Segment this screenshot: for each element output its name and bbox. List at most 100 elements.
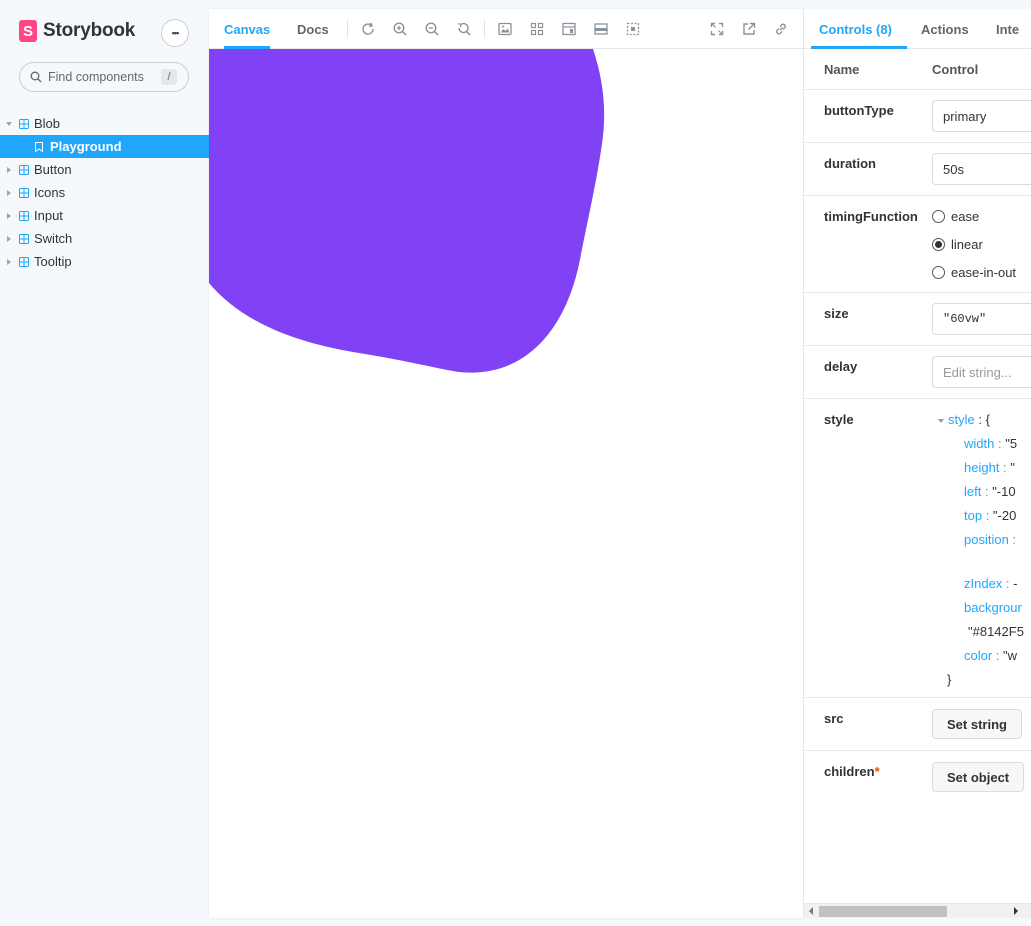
caret-right-icon bbox=[7, 258, 11, 265]
entry-key: zIndex bbox=[964, 576, 1003, 591]
bookmark-icon bbox=[35, 141, 43, 152]
object-editor-root[interactable]: style : { bbox=[938, 412, 990, 427]
tab-label: Docs bbox=[297, 21, 329, 37]
input-value: 50s bbox=[943, 161, 964, 177]
reload-icon[interactable] bbox=[360, 21, 376, 37]
object-entry-position[interactable]: position : bbox=[964, 532, 1016, 547]
story-canvas[interactable] bbox=[209, 49, 803, 918]
tree-item-input[interactable]: Input bbox=[0, 204, 209, 227]
radio-circle bbox=[932, 266, 945, 279]
scroll-right-icon[interactable] bbox=[1014, 907, 1018, 915]
collapse-caret-icon[interactable] bbox=[938, 418, 944, 423]
object-entry-zindex[interactable]: zIndex : - bbox=[964, 576, 1018, 591]
horizontal-scrollbar[interactable] bbox=[804, 903, 1031, 918]
control-row-timingfunction: timingFunction ease linear ease-in-out bbox=[804, 196, 1031, 293]
addons-tabs: Controls (8) Actions Inte bbox=[804, 9, 1031, 49]
entry-value: - bbox=[1013, 576, 1018, 591]
preview-toolbar: Canvas Docs bbox=[209, 9, 803, 49]
tree-item-tooltip[interactable]: Tooltip bbox=[0, 250, 209, 273]
entry-value: "w bbox=[1003, 648, 1018, 663]
tree-item-switch[interactable]: Switch bbox=[0, 227, 209, 250]
component-icon bbox=[19, 164, 29, 175]
object-entry-background[interactable]: backgrour bbox=[964, 600, 1022, 615]
radio-label: ease bbox=[951, 209, 980, 224]
required-marker: * bbox=[874, 764, 880, 779]
tab-label: Controls (8) bbox=[819, 21, 892, 37]
object-entry-width[interactable]: width : "5 bbox=[964, 436, 1017, 451]
blob-shape bbox=[209, 49, 605, 373]
storybook-logo-icon: S bbox=[19, 20, 37, 42]
zoom-out-icon[interactable] bbox=[424, 21, 440, 37]
fullscreen-icon[interactable] bbox=[709, 21, 725, 37]
open-new-tab-icon[interactable] bbox=[741, 21, 757, 37]
radio-ease-in-out[interactable]: ease-in-out bbox=[932, 265, 1016, 280]
entry-value: " bbox=[1010, 460, 1015, 475]
component-icon bbox=[19, 118, 29, 129]
background-image-icon[interactable] bbox=[497, 21, 513, 37]
zoom-reset-icon[interactable] bbox=[456, 21, 472, 37]
brace-text: } bbox=[947, 672, 952, 687]
app-title: Storybook bbox=[43, 20, 136, 41]
tab-label: Canvas bbox=[224, 21, 271, 37]
tab-canvas[interactable]: Canvas bbox=[224, 9, 271, 49]
tab-controls[interactable]: Controls (8) bbox=[811, 9, 907, 49]
column-name: Name bbox=[824, 62, 860, 77]
search-placeholder: Find components bbox=[48, 70, 144, 84]
caret-right-icon bbox=[7, 166, 11, 173]
tab-label: Actions bbox=[921, 21, 969, 37]
control-name: size bbox=[824, 306, 849, 321]
tree-item-label: Playground bbox=[50, 139, 122, 154]
tree-item-label: Input bbox=[34, 208, 63, 223]
control-name: buttonType bbox=[824, 103, 894, 118]
set-string-button[interactable]: Set string bbox=[932, 709, 1022, 739]
component-icon bbox=[19, 256, 29, 267]
radio-linear[interactable]: linear bbox=[932, 237, 983, 252]
caret-right-icon bbox=[7, 212, 11, 219]
tree-item-blob[interactable]: Blob bbox=[0, 112, 209, 135]
viewport-icon[interactable] bbox=[561, 21, 577, 37]
ruler-icon[interactable] bbox=[593, 21, 609, 37]
radio-circle bbox=[932, 210, 945, 223]
control-row-style: style style : { width : "5 height : " le… bbox=[804, 399, 1031, 698]
control-name: children* bbox=[824, 764, 880, 779]
tab-interactions[interactable]: Inte bbox=[996, 9, 1019, 49]
object-entry-height[interactable]: height : " bbox=[964, 460, 1015, 475]
control-row-size: size "60vw" bbox=[804, 293, 1031, 346]
button-label: Set string bbox=[947, 716, 1007, 732]
input-value: primary bbox=[943, 108, 987, 124]
addons-panel: Controls (8) Actions Inte Name Control b… bbox=[803, 9, 1031, 918]
control-row-duration: duration 50s bbox=[804, 143, 1031, 196]
radio-ease[interactable]: ease bbox=[932, 209, 979, 224]
scrollbar-thumb[interactable] bbox=[819, 906, 947, 917]
object-entry-top[interactable]: top : "-20 bbox=[964, 508, 1016, 523]
copy-link-icon[interactable] bbox=[773, 21, 789, 37]
scroll-left-icon[interactable] bbox=[809, 907, 813, 915]
object-entry-background-value[interactable]: "#8142F5 bbox=[968, 624, 1024, 639]
tree-item-playground[interactable]: Playground bbox=[0, 135, 209, 158]
tree-item-icons[interactable]: Icons bbox=[0, 181, 209, 204]
sidebar-menu-button[interactable]: ••• bbox=[161, 19, 189, 47]
input-placeholder: Edit string... bbox=[943, 364, 1012, 380]
entry-key: width bbox=[964, 436, 995, 451]
sidebar: S Storybook ••• Find components / Blob P… bbox=[0, 0, 209, 926]
zoom-in-icon[interactable] bbox=[392, 21, 408, 37]
delay-input[interactable]: Edit string... bbox=[932, 356, 1031, 388]
object-entry-left[interactable]: left : "-10 bbox=[964, 484, 1016, 499]
buttontype-input[interactable]: primary bbox=[932, 100, 1031, 132]
button-label: Set object bbox=[947, 769, 1010, 785]
duration-input[interactable]: 50s bbox=[932, 153, 1031, 185]
search-input[interactable]: Find components / bbox=[19, 62, 189, 92]
control-row-children: children* Set object bbox=[804, 751, 1031, 804]
tab-actions[interactable]: Actions bbox=[921, 9, 969, 49]
control-name: style bbox=[824, 412, 854, 427]
toolbar-divider bbox=[484, 20, 485, 38]
storybook-brand[interactable]: S Storybook bbox=[19, 20, 135, 42]
outline-icon[interactable] bbox=[625, 21, 641, 37]
grid-icon[interactable] bbox=[529, 21, 545, 37]
tab-docs[interactable]: Docs bbox=[297, 9, 329, 49]
tree-item-button[interactable]: Button bbox=[0, 158, 209, 181]
size-input[interactable]: "60vw" bbox=[932, 303, 1031, 335]
column-control: Control bbox=[932, 62, 979, 77]
set-object-button[interactable]: Set object bbox=[932, 762, 1025, 792]
object-entry-color[interactable]: color : "w bbox=[964, 648, 1017, 663]
